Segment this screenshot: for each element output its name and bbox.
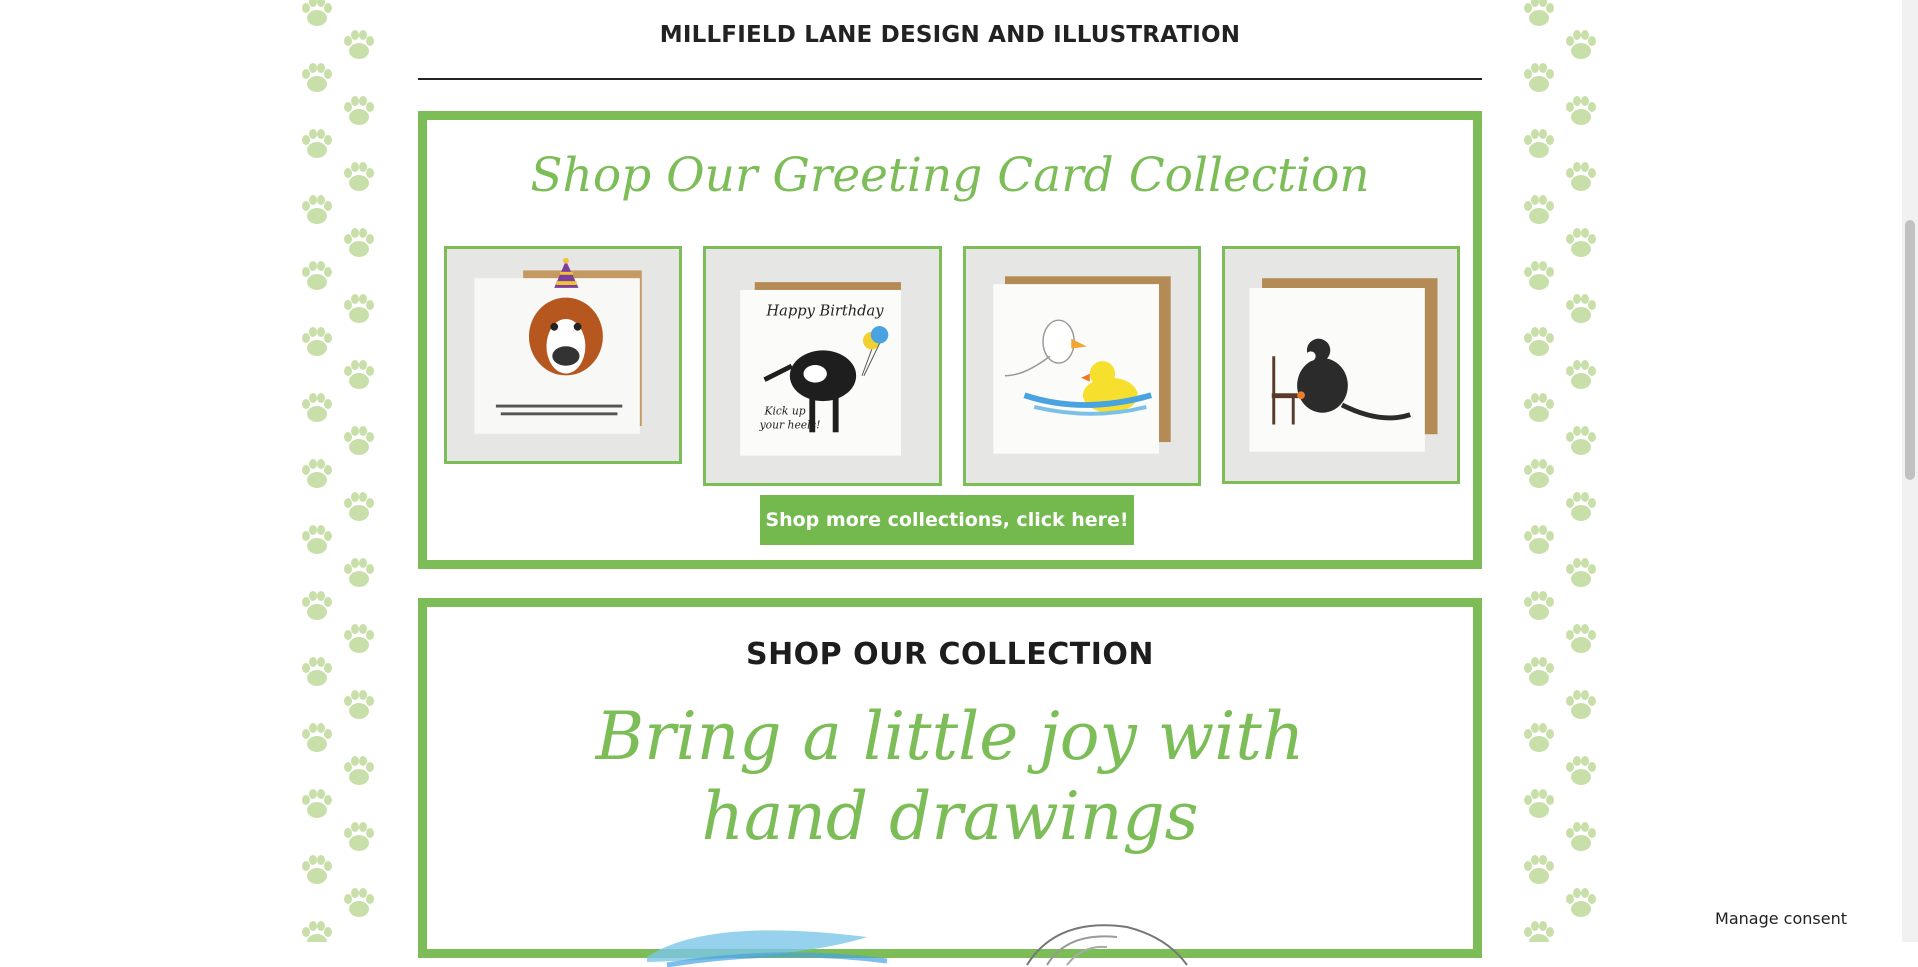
paw-print-icon — [344, 426, 374, 455]
shop-collection-heading: SHOP OUR COLLECTION — [745, 637, 1155, 672]
paw-print-icon — [1566, 426, 1596, 455]
paw-print-icon — [1524, 855, 1554, 884]
paw-print-icon — [1566, 690, 1596, 719]
scrollbar-thumb[interactable] — [1905, 220, 1915, 480]
paw-print-icon — [302, 459, 332, 488]
paw-print-icon — [344, 162, 374, 191]
paw-pattern-svg — [302, 0, 374, 942]
paw-print-icon — [344, 294, 374, 323]
paw-print-icon — [344, 822, 374, 851]
tagline-line-2: hand drawings — [701, 778, 1199, 855]
paw-print-icon — [1566, 492, 1596, 521]
shop-collection-panel: SHOP OUR COLLECTION Bring a little joy w… — [418, 598, 1482, 967]
paw-print-icon — [302, 657, 332, 686]
paw-print-icon — [1566, 30, 1596, 59]
svg-text:your heels!: your heels! — [759, 418, 821, 431]
title-divider — [418, 78, 1482, 80]
paw-print-icon — [344, 690, 374, 719]
paw-print-icon — [302, 63, 332, 92]
paw-print-icon — [1566, 96, 1596, 125]
paw-print-icon — [302, 921, 332, 942]
paw-print-icon — [1524, 591, 1554, 620]
paw-print-icon — [302, 195, 332, 224]
svg-text:Kick up: Kick up — [763, 405, 805, 418]
paw-print-icon — [1566, 294, 1596, 323]
paw-print-icon — [302, 261, 332, 290]
paw-print-icon — [1524, 195, 1554, 224]
paw-print-icon — [1566, 558, 1596, 587]
cow-card-image: Happy Birthday Kick up your heels! — [706, 249, 939, 483]
manage-consent-button[interactable]: Manage consent — [1701, 904, 1861, 932]
boxer-dog-card-image — [447, 249, 679, 461]
swan-duck-card-image — [966, 249, 1198, 483]
paw-print-icon — [302, 0, 332, 26]
paw-print-icon — [344, 888, 374, 917]
paw-print-icon — [1524, 525, 1554, 554]
paw-print-icon — [1524, 657, 1554, 686]
shop-more-collections-button[interactable]: Shop more collections, click here! — [760, 495, 1134, 545]
paw-print-icon — [1566, 888, 1596, 917]
paw-print-icon — [344, 228, 374, 257]
paw-print-icon — [1566, 624, 1596, 653]
paw-print-icon — [1566, 228, 1596, 257]
greeting-collection-heading: Shop Our Greeting Card Collection — [530, 148, 1370, 203]
paw-pattern-left — [298, 0, 380, 942]
card-boxer-dog[interactable] — [444, 246, 682, 464]
paw-print-icon — [1524, 129, 1554, 158]
dog-chair-card-image — [1225, 249, 1457, 481]
paw-print-icon — [302, 591, 332, 620]
greeting-card-panel: Shop Our Greeting Card Collection Happy … — [418, 111, 1482, 569]
paw-print-icon — [1524, 723, 1554, 752]
card-happy-birthday-cow[interactable]: Happy Birthday Kick up your heels! — [703, 246, 942, 486]
paw-print-icon — [1566, 162, 1596, 191]
paw-pattern-right — [1520, 0, 1602, 942]
svg-text:Happy Birthday: Happy Birthday — [765, 302, 884, 319]
paw-print-icon — [344, 558, 374, 587]
paw-print-icon — [344, 360, 374, 389]
tagline-line-1: Bring a little joy with — [595, 698, 1305, 775]
card-swan-and-duck[interactable] — [963, 246, 1201, 486]
paw-print-icon — [344, 756, 374, 785]
paw-print-icon — [1566, 756, 1596, 785]
paw-print-icon — [344, 30, 374, 59]
paw-print-icon — [302, 789, 332, 818]
paw-print-icon — [1524, 0, 1554, 26]
paw-pattern-svg — [1524, 0, 1596, 942]
paw-print-icon — [344, 96, 374, 125]
paw-print-icon — [302, 129, 332, 158]
paw-print-icon — [302, 393, 332, 422]
card-dog-on-chair[interactable] — [1222, 246, 1460, 484]
paw-print-icon — [302, 327, 332, 356]
paw-print-icon — [344, 492, 374, 521]
paw-print-icon — [1524, 261, 1554, 290]
paw-print-icon — [1524, 393, 1554, 422]
collection-tagline: Bring a little joy with hand drawings — [427, 697, 1473, 857]
paw-print-icon — [1566, 360, 1596, 389]
paw-print-icon — [302, 723, 332, 752]
paw-print-icon — [302, 855, 332, 884]
site-title: MILLFIELD LANE DESIGN AND ILLUSTRATION — [659, 22, 1241, 48]
paw-print-icon — [1524, 789, 1554, 818]
paw-print-icon — [1524, 459, 1554, 488]
paw-print-icon — [1524, 921, 1554, 942]
paw-print-icon — [1566, 822, 1596, 851]
paw-print-icon — [302, 525, 332, 554]
paw-print-icon — [344, 624, 374, 653]
watercolor-illustration — [647, 924, 1188, 967]
paw-print-icon — [1524, 327, 1554, 356]
paw-print-icon — [1524, 63, 1554, 92]
